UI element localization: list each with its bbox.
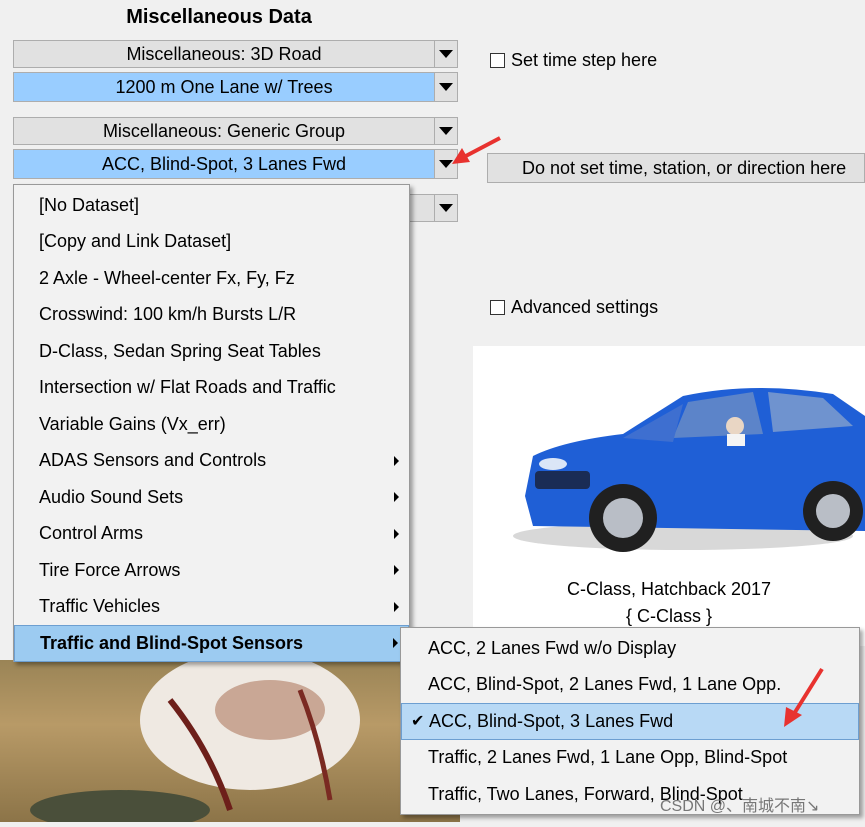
menu-item-label: Tire Force Arrows (39, 559, 181, 580)
road-category-dropdown[interactable]: Miscellaneous: 3D Road (13, 40, 458, 68)
chevron-down-icon[interactable] (434, 195, 457, 221)
menu-item[interactable]: Control Arms (14, 516, 409, 553)
time-station-button[interactable]: Do not set time, station, or direction h… (487, 153, 865, 183)
submenu-arrow-icon (393, 638, 398, 649)
menu-item-label: Traffic Vehicles (39, 596, 161, 617)
menu-item[interactable]: Variable Gains (Vx_err) (14, 406, 409, 443)
menu-item[interactable]: Traffic Vehicles (14, 589, 409, 626)
advanced-settings-checkbox[interactable]: Advanced settings (490, 297, 658, 318)
menu-item-label: Control Arms (39, 523, 144, 544)
menu-item-label: Traffic and Blind-Spot Sensors (40, 632, 304, 653)
chevron-down-icon[interactable] (434, 73, 457, 101)
submenu-item[interactable]: Traffic, 2 Lanes Fwd, 1 Lane Opp, Blind-… (401, 740, 859, 777)
menu-item[interactable]: Tire Force Arrows (14, 552, 409, 589)
vehicle-name: C-Class, Hatchback 2017 (566, 579, 772, 599)
hidden-dropdown[interactable] (408, 194, 458, 222)
menu-item-label: Variable Gains (Vx_err) (39, 413, 226, 434)
menu-item[interactable]: 2 Axle - Wheel-center Fx, Fy, Fz (14, 260, 409, 297)
checkbox-box[interactable] (490, 300, 505, 315)
watermark-text: CSDN @、南城不南↘ (660, 798, 820, 815)
menu-item-label: 2 Axle - Wheel-center Fx, Fy, Fz (39, 267, 295, 288)
advanced-settings-label: Advanced settings (511, 297, 659, 317)
checkbox-box[interactable] (490, 53, 505, 68)
menu-item[interactable]: [Copy and Link Dataset] (14, 224, 409, 261)
section-title: Miscellaneous Data (126, 6, 312, 28)
road-dataset-value: 1200 m One Lane w/ Trees (14, 73, 434, 101)
menu-item-label: ADAS Sensors and Controls (39, 450, 267, 471)
menu-item[interactable]: Audio Sound Sets (14, 479, 409, 516)
menu-item-label: [No Dataset] (39, 194, 140, 215)
menu-item[interactable]: D-Class, Sedan Spring Seat Tables (14, 333, 409, 370)
group-dataset-dropdown[interactable]: ACC, Blind-Spot, 3 Lanes Fwd (13, 149, 458, 179)
dataset-menu: [No Dataset] [Copy and Link Dataset] 2 Axl… (13, 184, 410, 662)
submenu-arrow-icon (394, 601, 399, 612)
submenu-arrow-icon (394, 528, 399, 539)
time-step-checkbox[interactable]: Set time step here (490, 50, 657, 71)
submenu-arrow-icon (394, 455, 399, 466)
submenu-item-label: ACC, 2 Lanes Fwd w/o Display (428, 637, 677, 658)
menu-item-label: Crosswind: 100 km/h Bursts L/R (39, 304, 297, 325)
menu-item-label: D-Class, Sedan Spring Seat Tables (39, 340, 321, 361)
annotation-arrow-icon (784, 667, 824, 727)
submenu-item-label: ACC, Blind-Spot, 3 Lanes Fwd (429, 710, 674, 731)
menu-item-label: Audio Sound Sets (39, 486, 184, 507)
group-category-value: Miscellaneous: Generic Group (102, 120, 346, 141)
vehicle-preview-panel: C-Class, Hatchback 2017 { C-Class } (473, 346, 865, 646)
group-category-dropdown[interactable]: Miscellaneous: Generic Group (13, 117, 458, 145)
menu-item-label: [Copy and Link Dataset] (39, 231, 232, 252)
checkmark-icon: ✔ (411, 713, 425, 731)
menu-item[interactable]: Intersection w/ Flat Roads and Traffic (14, 370, 409, 407)
submenu-item[interactable]: ACC, 2 Lanes Fwd w/o Display (401, 630, 859, 667)
road-category-value: Miscellaneous: 3D Road (126, 43, 322, 64)
time-step-label: Set time step here (511, 50, 658, 70)
vehicle-code: { C-Class } (625, 606, 713, 626)
menu-item[interactable]: Traffic and Blind-Spot Sensors (14, 625, 409, 662)
car-image (498, 354, 865, 569)
menu-item[interactable]: Crosswind: 100 km/h Bursts L/R (14, 297, 409, 334)
road-dataset-dropdown[interactable]: 1200 m One Lane w/ Trees (13, 72, 458, 102)
chevron-down-icon[interactable] (434, 41, 457, 67)
menu-item[interactable]: ADAS Sensors and Controls (14, 443, 409, 480)
submenu-arrow-icon (394, 492, 399, 503)
menu-item-label: Intersection w/ Flat Roads and Traffic (39, 377, 336, 398)
shell-image (30, 650, 360, 827)
group-dataset-value: ACC, Blind-Spot, 3 Lanes Fwd (14, 150, 434, 178)
submenu-arrow-icon (394, 565, 399, 576)
submenu-item-label: ACC, Blind-Spot, 2 Lanes Fwd, 1 Lane Opp… (428, 674, 782, 695)
submenu-item-label: Traffic, 2 Lanes Fwd, 1 Lane Opp, Blind-… (428, 747, 788, 768)
menu-item[interactable]: [No Dataset] (14, 187, 409, 224)
background-image (0, 650, 460, 827)
